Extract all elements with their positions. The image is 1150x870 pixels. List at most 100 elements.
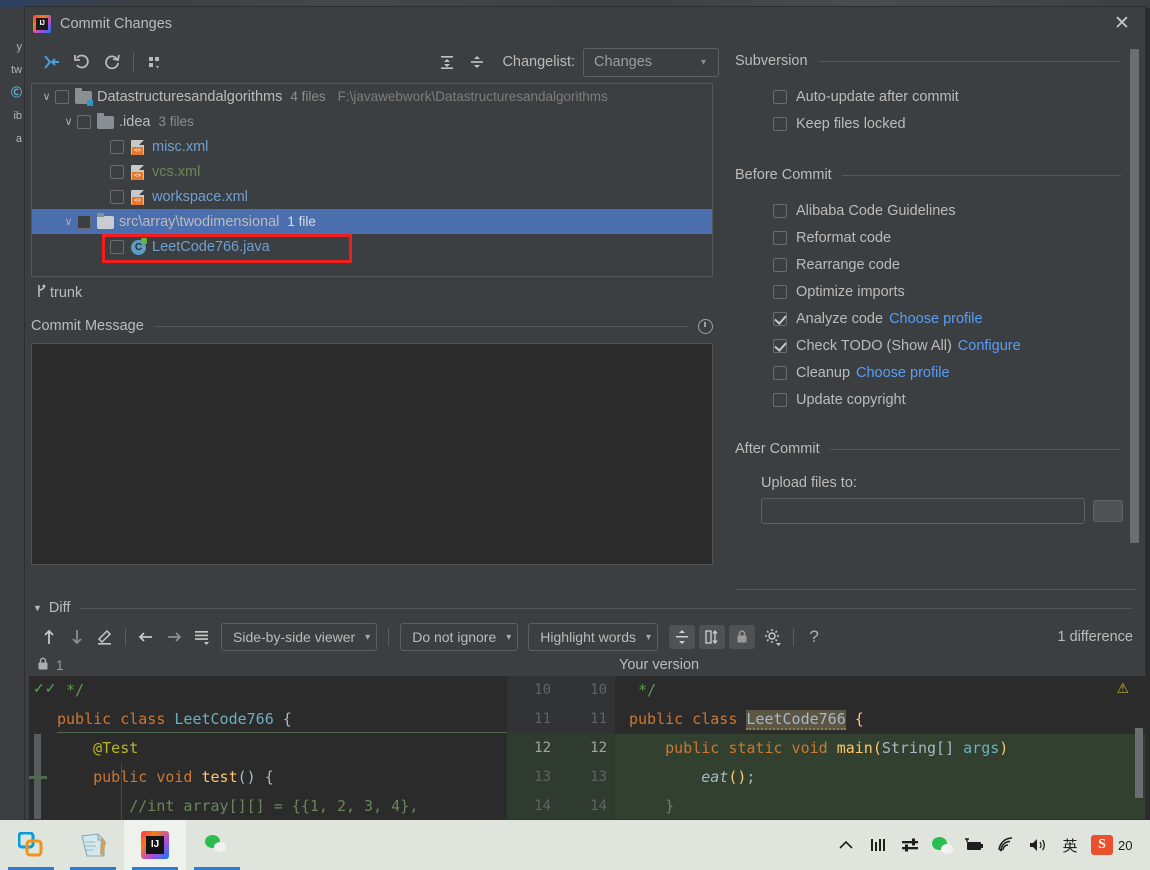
checkbox[interactable] [773,338,787,353]
sogou-input-icon[interactable]: S [1086,820,1118,870]
diff-scrollbar[interactable] [1135,728,1143,798]
tree-row-vcs-xml[interactable]: vcs.xml [32,159,712,184]
upload-target-input[interactable] [761,498,1085,524]
close-icon[interactable]: ✕ [1105,10,1139,38]
apply-left-icon[interactable] [132,623,160,651]
lock-icon[interactable] [729,625,756,649]
commit-message-input[interactable] [31,343,713,565]
taskbar-clock[interactable]: 20 [1118,838,1144,853]
checkbox[interactable] [773,203,787,218]
changes-tree[interactable]: ∨ Datastructuresandalgorithms 4 files F:… [31,83,713,277]
sliders-icon[interactable] [894,820,926,870]
changelist-dropdown[interactable]: Changes ▾ [583,47,719,77]
chevron-down-icon[interactable]: ∨ [60,115,77,128]
chevron-down-icon: ▾ [365,631,371,643]
tree-row-checkbox[interactable] [77,214,91,229]
option-cleanup[interactable]: Cleanup Choose profile [735,359,1145,386]
tree-row-path: F:\javawebwork\Datastructuresandalgorith… [337,89,608,104]
clock-icon[interactable] [698,318,713,334]
tree-row-project[interactable]: ∨ Datastructuresandalgorithms 4 files F:… [32,84,712,109]
group-by-icon[interactable] [140,48,170,76]
change-marker [29,776,47,779]
checkbox[interactable] [773,392,787,407]
tree-row-src-folder[interactable]: ∨ src\array\twodimensional 1 file [32,209,712,234]
diff-section-header[interactable]: ▼ Diff [29,596,1145,620]
tree-row-label: .idea [119,113,151,130]
previous-difference-icon[interactable] [35,623,63,651]
wechat-tray-icon[interactable] [926,820,958,870]
ignore-whitespace-value: Do not ignore [412,629,497,645]
diff-pane-headers: 1 Your version [29,654,1145,676]
checkbox[interactable] [773,230,787,245]
refresh-icon[interactable] [97,48,127,76]
tree-row-checkbox[interactable] [110,239,124,254]
tree-row-checkbox[interactable] [55,89,69,104]
diff-left-editor[interactable]: ✓✓ */ public class LeetCode766 { @Test p… [29,676,507,819]
checkbox[interactable] [773,365,787,380]
upload-browse-button[interactable] [1093,500,1123,522]
diff-lines-menu-icon[interactable] [188,623,216,651]
ignore-whitespace-dropdown[interactable]: Do not ignore ▾ [400,623,519,651]
next-difference-icon[interactable] [63,623,91,651]
option-check-todo[interactable]: Check TODO (Show All) Configure [735,332,1145,359]
collapse-unchanged-icon[interactable] [669,625,696,649]
option-keep-files-locked[interactable]: Keep files locked [735,110,1145,137]
bg-frag-2: Ⓒ [11,87,22,99]
tree-row-misc-xml[interactable]: misc.xml [32,134,712,159]
help-icon[interactable]: ? [800,623,828,651]
checkbox[interactable] [773,116,787,131]
tree-row-checkbox[interactable] [110,164,124,179]
show-diff-icon[interactable] [37,48,67,76]
toolbar-divider [133,52,134,72]
tree-row-filecount: 3 files [158,114,194,129]
chevron-down-icon[interactable]: ∨ [38,90,55,103]
line-number: 13 [590,769,607,785]
checkbox[interactable] [773,257,787,272]
checkbox[interactable] [773,311,787,326]
checkbox[interactable] [773,284,787,299]
revert-icon[interactable] [67,48,97,76]
choose-profile-link[interactable]: Choose profile [889,311,983,327]
equalizer-icon[interactable] [862,820,894,870]
configure-link[interactable]: Configure [958,338,1021,354]
tree-row-idea[interactable]: ∨ .idea 3 files [32,109,712,134]
option-reformat-code[interactable]: Reformat code [735,224,1145,251]
tree-row-checkbox[interactable] [110,139,124,154]
dialog-body: Changelist: Changes ▾ ∨ Datastructuresan… [25,41,1145,819]
taskbar-notepad-icon[interactable] [62,820,124,870]
battery-icon[interactable] [958,820,990,870]
show-hidden-icons-icon[interactable] [830,820,862,870]
choose-profile-link[interactable]: Choose profile [856,365,950,381]
expand-all-icon[interactable] [432,48,462,76]
option-optimize-imports[interactable]: Optimize imports [735,278,1145,305]
option-rearrange-code[interactable]: Rearrange code [735,251,1145,278]
tree-row-workspace-xml[interactable]: workspace.xml [32,184,712,209]
line-numbers-right: 10 11 12 13 14 [563,676,607,819]
collapse-all-icon[interactable] [462,48,492,76]
tree-row-leetcode-java[interactable]: LeetCode766.java [32,234,712,259]
checkbox[interactable] [773,89,787,104]
option-analyze-code[interactable]: Analyze code Choose profile [735,305,1145,332]
ime-language-icon[interactable]: 英 [1054,820,1086,870]
chevron-down-icon[interactable]: ∨ [60,215,77,228]
tree-row-checkbox[interactable] [110,189,124,204]
taskbar-intellij-idea-icon[interactable]: IJ [124,820,186,870]
viewer-mode-dropdown[interactable]: Side-by-side viewer ▾ [221,623,378,651]
edit-source-icon[interactable] [91,623,119,651]
option-alibaba-code-guidelines[interactable]: Alibaba Code Guidelines [735,197,1145,224]
tree-row-checkbox[interactable] [77,114,91,129]
wifi-icon[interactable] [990,820,1022,870]
options-scrollbar[interactable] [1130,49,1139,543]
chevron-down-icon[interactable]: ▼ [33,603,42,613]
diff-right-editor[interactable]: ⚠ */ public class LeetCode766 { public s… [615,676,1145,819]
option-update-copyright[interactable]: Update copyright [735,386,1145,413]
taskbar-vmware-icon[interactable] [0,820,62,870]
settings-gear-icon[interactable] [759,623,787,651]
volume-icon[interactable] [1022,820,1054,870]
split-panes-icon[interactable] [699,625,726,649]
dialog-titlebar: Commit Changes ✕ [25,7,1145,41]
highlight-mode-dropdown[interactable]: Highlight words ▾ [528,623,659,651]
apply-right-icon[interactable] [160,623,188,651]
option-auto-update-after-commit[interactable]: Auto-update after commit [735,83,1145,110]
taskbar-wechat-icon[interactable] [186,820,248,870]
